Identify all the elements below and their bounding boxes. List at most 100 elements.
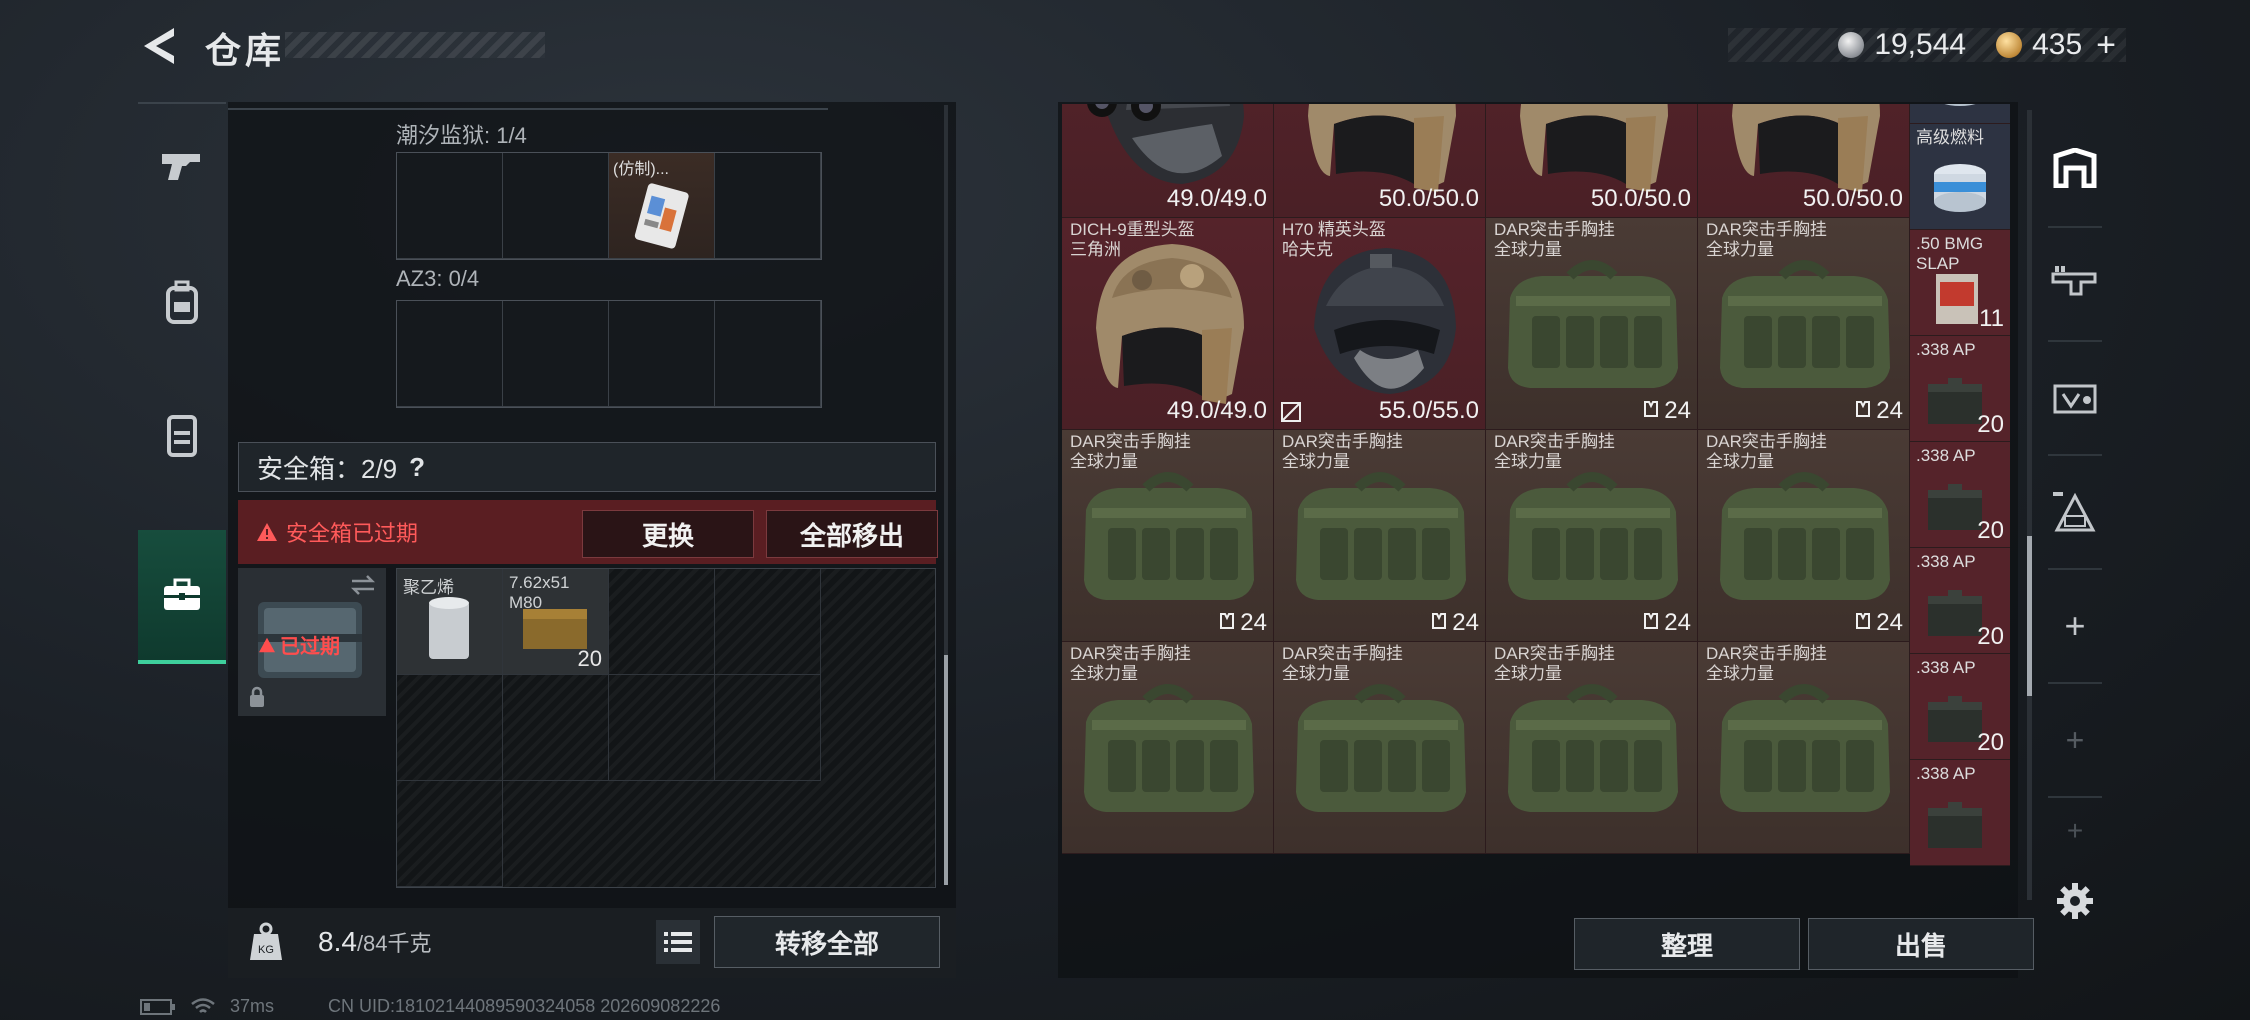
item-name: .338 AP — [1916, 340, 1976, 359]
grid-slot[interactable] — [397, 301, 503, 407]
container-label-az3: AZ3: 0/4 — [396, 266, 480, 291]
item-count: 11 — [1979, 305, 2004, 332]
back-arrow-icon[interactable] — [138, 24, 180, 68]
item-count: 20 — [1977, 411, 2004, 438]
stash-item-vest[interactable]: DAR突击手胸挂 全球力量 — [1698, 642, 1910, 854]
weight-bar: KG 8.4/84千克 转移全部 — [228, 908, 956, 978]
sort-button[interactable]: 整理 — [1574, 918, 1800, 970]
item-name: DAR突击手胸挂 全球力量 — [1706, 220, 1827, 259]
storage-icon[interactable] — [2040, 460, 2110, 564]
sell-button[interactable]: 出售 — [1808, 918, 2034, 970]
roll-icon — [429, 597, 469, 659]
stash-item-ammo-can[interactable]: .338 AP 20 — [1910, 548, 2010, 654]
grid-slot[interactable] — [609, 569, 715, 675]
safe-case-slot[interactable]: 已过期 — [238, 568, 386, 716]
add-icon[interactable]: + — [2040, 574, 2110, 678]
item-name: DAR突击手胸挂 全球力量 — [1494, 644, 1615, 683]
expired-text: 安全箱已过期 — [286, 521, 419, 546]
item-value: 24 — [1642, 397, 1691, 425]
workbench-icon[interactable] — [2040, 346, 2110, 450]
add-icon[interactable]: + — [2040, 688, 2110, 792]
vest-capacity-icon — [1644, 613, 1659, 629]
item-value: 50.0/50.0 — [1378, 185, 1479, 212]
expired-banner: 安全箱已过期 更换 全部移出 — [238, 500, 938, 564]
stash-item-black-helmet[interactable]: H70 精英头盔 哈夫克 55.0/55.0 — [1274, 218, 1486, 430]
list-view-button[interactable] — [656, 920, 700, 964]
stash-item-fuel[interactable]: 高级燃料 — [1910, 124, 2010, 230]
add-currency-button[interactable]: + — [2096, 26, 2116, 65]
weight-max: /84千克 — [356, 931, 432, 956]
stash-item-camo-helmet[interactable]: DICH-9重型头盔三角洲50.0/50.0 — [1486, 104, 1698, 218]
stash-item-ammo-box[interactable]: .50 BMG SLAP 11 — [1910, 230, 2010, 336]
help-button[interactable]: ? — [409, 452, 425, 483]
stash-item-ammo-can[interactable]: .338 AP 20 — [1910, 336, 2010, 442]
weapon-rack-icon[interactable] — [2040, 232, 2110, 336]
no-repair-icon — [1281, 402, 1301, 422]
item-value: 49.0/49.0 — [1166, 185, 1267, 212]
stash-item-vest[interactable]: DAR突击手胸挂 全球力量 24 — [1486, 218, 1698, 430]
container-label-tidal-prison: 潮汐监狱: 1/4 — [396, 123, 527, 148]
stash-item-ammo-can[interactable]: .338 AP — [1910, 760, 2010, 866]
stash-item-camo-helmet[interactable]: DICH-9重型头盔三角洲50.0/50.0 — [1274, 104, 1486, 218]
grid-slot[interactable] — [715, 569, 821, 675]
stash-item-vest[interactable]: DAR突击手胸挂 全球力量 24 — [1486, 430, 1698, 642]
right-nav: + + + — [2040, 110, 2110, 940]
safe-box-grid: 聚乙烯 7.62x51 M80 20 — [396, 568, 936, 888]
stash-item-vest[interactable]: DAR突击手胸挂 全球力量 24 — [1274, 430, 1486, 642]
imitation-card-item[interactable]: (仿制)... — [609, 153, 715, 259]
item-value: 49.0/49.0 — [1166, 397, 1267, 424]
swap-icon[interactable] — [350, 574, 376, 596]
replace-button[interactable]: 更换 — [582, 510, 754, 558]
stash-item-vest[interactable]: DAR突击手胸挂 全球力量 24 — [1698, 218, 1910, 430]
stash-item-camo-helmet[interactable]: DICH-9重型头盔三角洲50.0/50.0 — [1698, 104, 1910, 218]
left-scrollbar-thumb[interactable] — [944, 655, 948, 885]
grid-slot[interactable] — [503, 301, 609, 407]
item-name: .338 AP — [1916, 446, 1976, 465]
stash-item-camo-helmet[interactable]: DICH-9重型头盔 三角洲 49.0/49.0 — [1062, 218, 1274, 430]
grid-slot[interactable] — [397, 781, 503, 887]
item-value: 24 — [1854, 397, 1903, 425]
item-name: (仿制)... — [613, 161, 669, 178]
svg-text:KG: KG — [258, 944, 274, 956]
vest-capacity-icon — [1644, 401, 1659, 417]
ammo-762-item[interactable]: 7.62x51 M80 20 — [503, 569, 609, 675]
stash-grid: H70 夜视精英头盔49.0/49.0DICH-9重型头盔三角洲50.0/50.… — [1062, 104, 2032, 904]
move-all-out-button[interactable]: 全部移出 — [766, 510, 938, 558]
settings-icon[interactable] — [2040, 866, 2110, 936]
grid-slot[interactable] — [397, 675, 503, 781]
expired-badge: 已过期 — [258, 630, 340, 659]
safe-case-icon[interactable] — [138, 530, 226, 664]
stash-scrollbar-thumb[interactable] — [2027, 536, 2032, 696]
stash-item-vest[interactable]: DAR突击手胸挂 全球力量 24 — [1698, 430, 1910, 642]
stash-item-fuel[interactable]: 高级燃料 — [1910, 104, 2010, 124]
silver-amount: 19,544 — [1874, 28, 1967, 61]
stash-item-vest[interactable]: DAR突击手胸挂 全球力量 24 — [1062, 430, 1274, 642]
grid-slot[interactable] — [503, 153, 609, 259]
stash-scrollbar[interactable] — [2027, 110, 2032, 900]
grid-slot[interactable] — [715, 675, 821, 781]
stash-item-vest[interactable]: DAR突击手胸挂 全球力量 — [1062, 642, 1274, 854]
stash-item-ammo-can[interactable]: .338 AP 20 — [1910, 442, 2010, 548]
safe-box-label: 安全箱：2/9 — [257, 453, 398, 484]
backpack-icon[interactable] — [138, 237, 226, 367]
ping-readout: 37ms — [230, 996, 275, 1016]
item-count: 20 — [1977, 623, 2004, 650]
stash-icon[interactable] — [2040, 116, 2110, 220]
grid-slot[interactable] — [609, 675, 715, 781]
stash-item-ammo-can[interactable]: .338 AP 20 — [1910, 654, 2010, 760]
transfer-all-button[interactable]: 转移全部 — [714, 916, 940, 968]
grid-slot[interactable] — [503, 675, 609, 781]
grid-slot[interactable] — [715, 153, 821, 259]
left-nav — [138, 102, 226, 672]
pistol-icon[interactable] — [138, 102, 226, 232]
polyethylene-item[interactable]: 聚乙烯 — [397, 569, 503, 675]
stash-item-vest[interactable]: DAR突击手胸挂 全球力量 — [1274, 642, 1486, 854]
stash-item-nvg-helmet[interactable]: H70 夜视精英头盔49.0/49.0 — [1062, 104, 1274, 218]
vest-icon[interactable] — [138, 370, 226, 500]
item-name: DAR突击手胸挂 全球力量 — [1282, 644, 1403, 683]
add-icon[interactable]: + — [2040, 796, 2110, 866]
grid-slot[interactable] — [609, 301, 715, 407]
grid-slot[interactable] — [397, 153, 503, 259]
stash-item-vest[interactable]: DAR突击手胸挂 全球力量 — [1486, 642, 1698, 854]
grid-slot[interactable] — [715, 301, 821, 407]
